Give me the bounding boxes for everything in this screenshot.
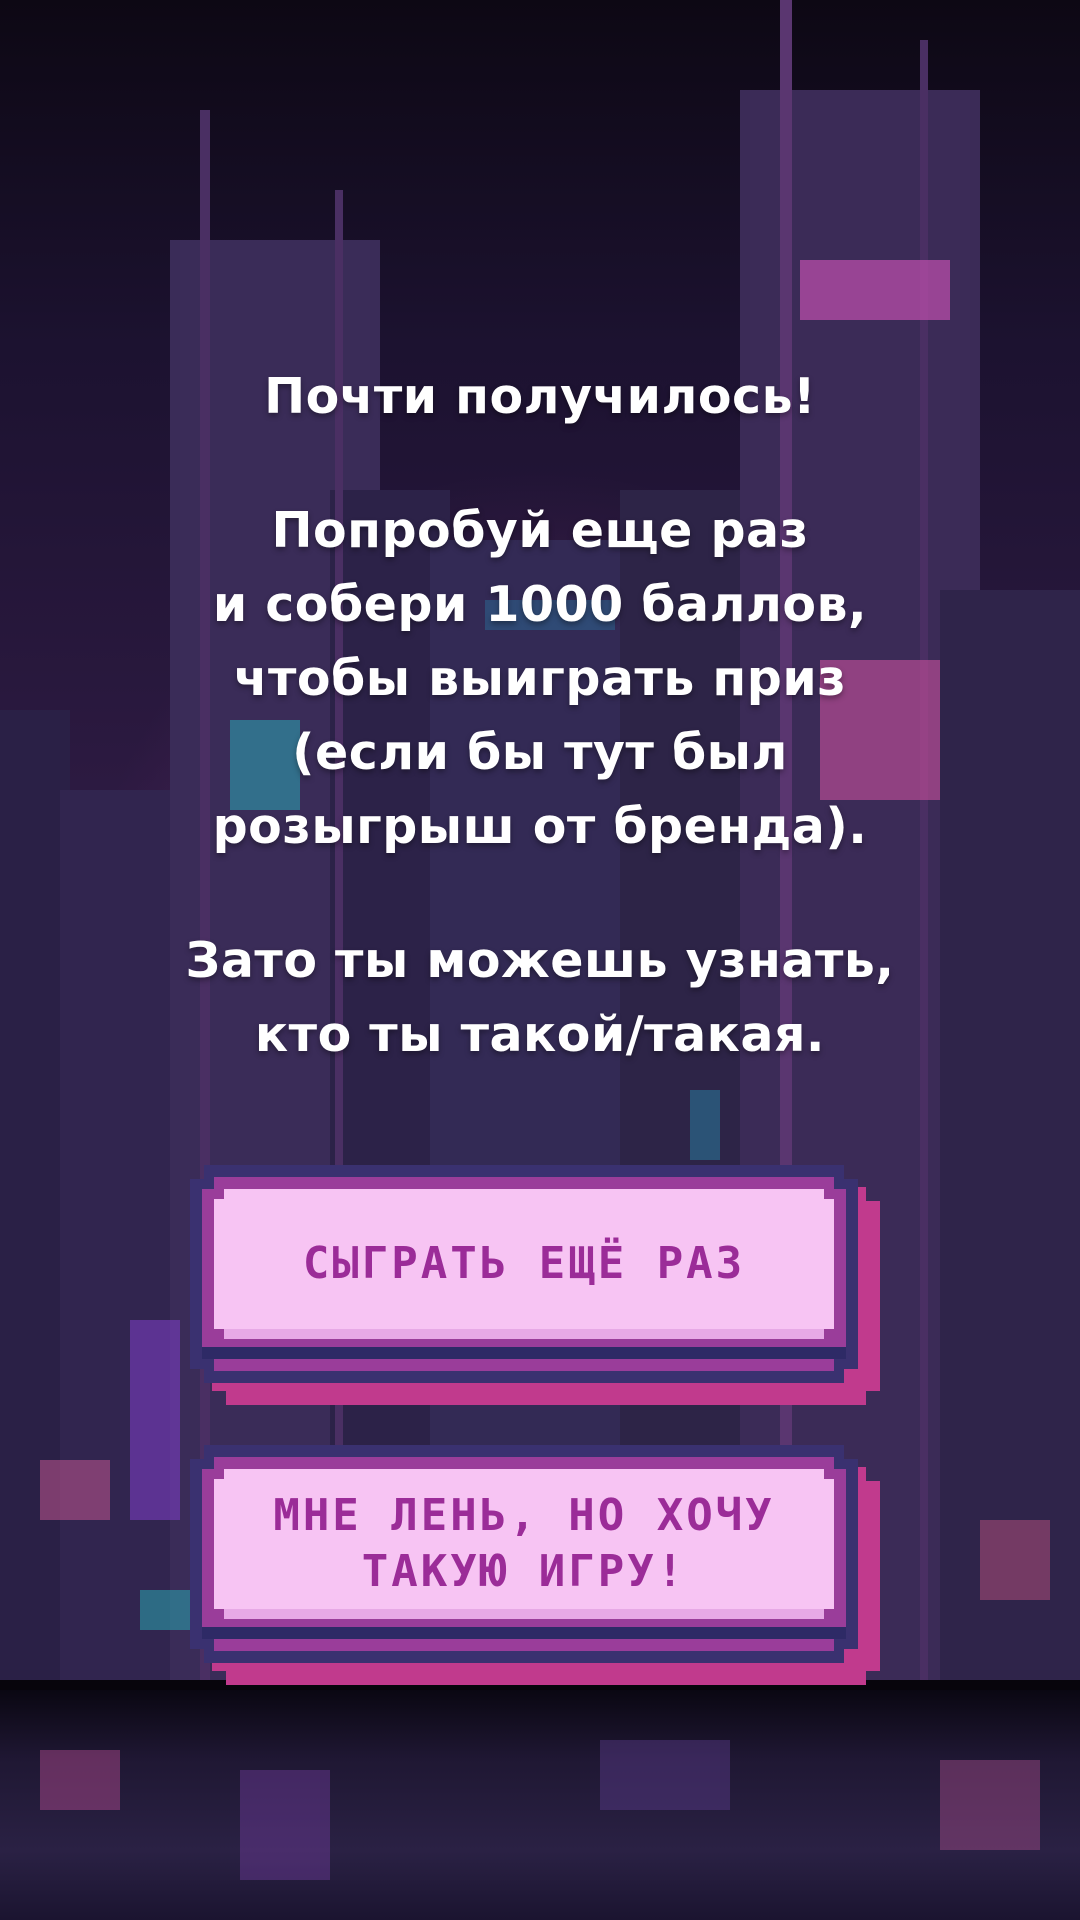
- neon-sign: [40, 1460, 110, 1520]
- reflection: [240, 1770, 330, 1880]
- button-face[interactable]: МНЕ ЛЕНЬ, НО ХОЧУ ТАКУЮ ИГРУ!: [214, 1469, 834, 1619]
- message-line: Попробуй еще раз: [271, 502, 809, 559]
- play-again-button[interactable]: СЫГРАТЬ ЕЩЁ РАЗ: [190, 1165, 880, 1405]
- reflection: [600, 1740, 730, 1810]
- reflection: [940, 1760, 1040, 1850]
- button-bottom-edge: [202, 1627, 846, 1639]
- want-game-label: МНЕ ЛЕНЬ, НО ХОЧУ ТАКУЮ ИГРУ!: [273, 1490, 775, 1597]
- play-again-label: СЫГРАТЬ ЕЩЁ РАЗ: [302, 1238, 746, 1289]
- want-game-button[interactable]: МНЕ ЛЕНЬ, НО ХОЧУ ТАКУЮ ИГРУ!: [190, 1445, 880, 1685]
- neon-sign: [690, 1090, 720, 1160]
- message-line: розыгрыш от бренда).: [212, 798, 868, 855]
- result-title: Почти получилось!: [264, 368, 816, 425]
- result-message: Почти получилось! Попробуй еще раз и соб…: [90, 360, 990, 1072]
- water-reflection: [0, 1690, 1080, 1920]
- button-bottom-edge: [202, 1347, 846, 1359]
- message-line: (если бы тут был: [292, 724, 788, 781]
- message-line: Зато ты можешь узнать,: [185, 932, 895, 989]
- message-line: чтобы выиграть приз: [233, 650, 847, 707]
- neon-sign: [980, 1520, 1050, 1600]
- button-face[interactable]: СЫГРАТЬ ЕЩЁ РАЗ: [214, 1189, 834, 1339]
- message-line: и собери 1000 баллов,: [212, 576, 868, 633]
- neon-sign: [140, 1590, 190, 1630]
- neon-sign: [130, 1320, 180, 1520]
- neon-sign: [800, 260, 950, 320]
- reflection: [40, 1750, 120, 1810]
- message-line: кто ты такой/такая.: [254, 1006, 826, 1063]
